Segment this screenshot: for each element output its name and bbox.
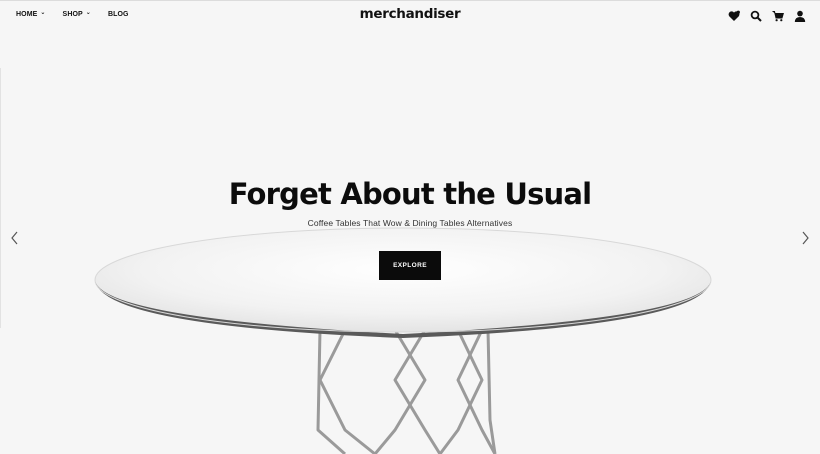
search-icon[interactable]: [750, 9, 762, 22]
hero-section: Forget About the Usual Coffee Tables Tha…: [0, 175, 820, 228]
wishlist-heart-icon[interactable]: [728, 9, 740, 21]
site-logo: merchandiser: [0, 6, 820, 22]
logo-text[interactable]: merchandiser: [360, 6, 461, 22]
account-icon[interactable]: [794, 9, 806, 22]
explore-button[interactable]: EXPLORE: [379, 251, 441, 280]
site-header: HOME ⌄ SHOP ⌄ BLOG merchandiser: [0, 0, 820, 30]
chevron-left-icon: [11, 231, 18, 245]
cart-icon[interactable]: [772, 9, 784, 22]
hero-subtitle: Coffee Tables That Wow & Dining Tables A…: [307, 218, 513, 228]
hero-title: Forget About the Usual: [228, 177, 592, 211]
chevron-right-icon: [802, 231, 809, 245]
header-icons: [728, 9, 806, 22]
